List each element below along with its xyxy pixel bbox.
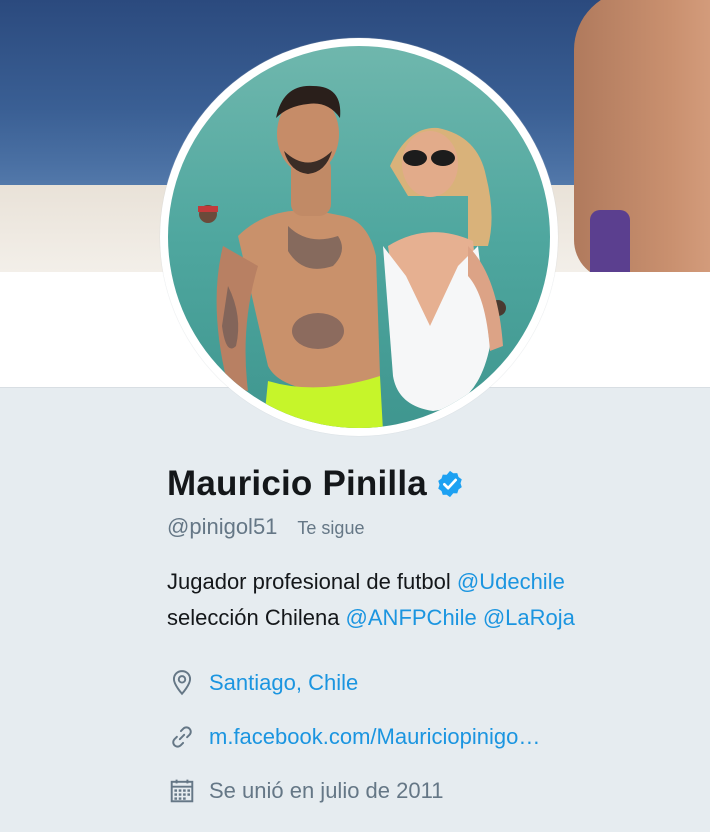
link-icon xyxy=(167,722,197,752)
name-row: Mauricio Pinilla xyxy=(167,460,687,508)
joined-date: Se unió en julio de 2011 xyxy=(209,778,444,803)
handle-row: @pinigol51 Te sigue xyxy=(167,514,687,540)
avatar-photo xyxy=(168,46,550,428)
profile-handle[interactable]: @pinigol51 xyxy=(167,514,277,540)
bio-text: selección Chilena xyxy=(167,605,346,630)
website-link[interactable]: m.facebook.com/Mauriciopinigo… xyxy=(209,724,540,750)
mention-udechile-link[interactable]: @Udechile xyxy=(457,569,565,594)
follows-you-badge: Te sigue xyxy=(297,518,365,538)
calendar-icon xyxy=(167,776,197,806)
avatar-illustration xyxy=(168,46,550,428)
profile-info: Mauricio Pinilla @pinigol51 Te sigue Jug… xyxy=(167,460,687,818)
bio-text: Jugador profesional de futbol xyxy=(167,569,457,594)
profile-meta: Santiago, Chile m.facebook.com/Mauriciop… xyxy=(167,656,687,818)
mention-laroja-link[interactable]: @LaRoja xyxy=(483,605,575,630)
location-row: Santiago, Chile xyxy=(167,656,687,710)
profile-avatar[interactable] xyxy=(160,38,558,436)
profile-name[interactable]: Mauricio Pinilla xyxy=(167,464,427,504)
profile-bio: Jugador profesional de futbol @Udechile … xyxy=(167,564,707,636)
mention-anfpchile-link[interactable]: @ANFPChile xyxy=(346,605,477,630)
location-pin-icon xyxy=(167,668,197,698)
website-row: m.facebook.com/Mauriciopinigo… xyxy=(167,710,687,764)
location-link[interactable]: Santiago, Chile xyxy=(209,670,358,696)
verified-badge-icon xyxy=(435,469,465,499)
joined-row: Se unió en julio de 2011 xyxy=(167,764,687,818)
banner-swimsuit xyxy=(590,210,630,272)
